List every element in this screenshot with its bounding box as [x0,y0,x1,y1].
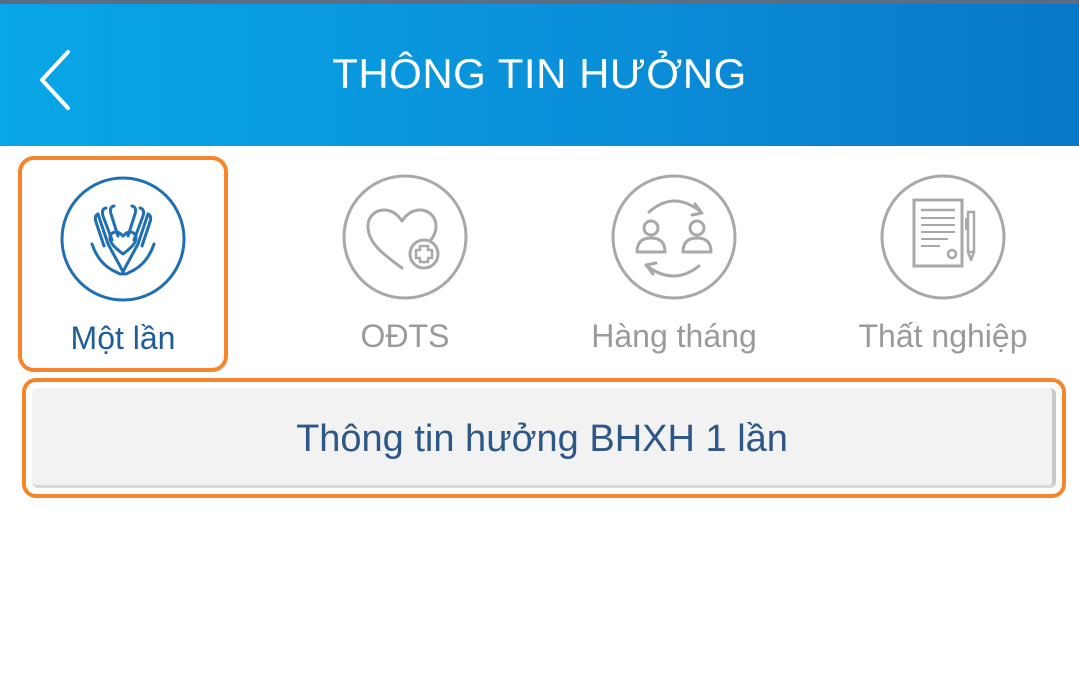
tab-label: Thất nghiệp [858,318,1028,354]
hands-heart-icon [60,176,186,302]
app-header: THÔNG TIN HƯỞNG [0,4,1079,146]
tab-odts[interactable]: OĐTS [300,156,510,372]
people-exchange-icon [611,174,737,300]
tab-label: Một lần [70,320,176,356]
page-title: THÔNG TIN HƯỞNG [332,50,747,97]
tab-label: OĐTS [360,318,450,354]
bhxh-one-time-info-button[interactable]: Thông tin hưởng BHXH 1 lần [32,388,1056,488]
tab-that-nghiep[interactable]: Thất nghiệp [838,156,1048,372]
tab-label: Hàng tháng [591,318,757,354]
document-pen-icon [880,174,1006,300]
tab-hang-thang[interactable]: Hàng tháng [569,156,779,372]
tab-mot-lan[interactable]: Một lần [18,156,228,372]
heart-plus-icon [342,174,468,300]
info-button-label: Thông tin hưởng BHXH 1 lần [296,418,788,460]
